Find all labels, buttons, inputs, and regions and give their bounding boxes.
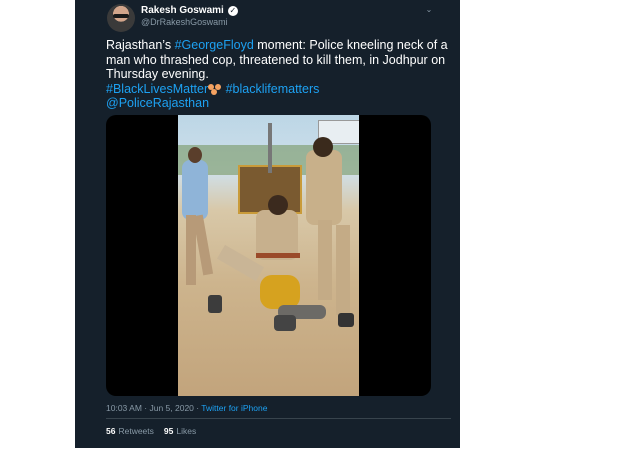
shoe [338, 313, 354, 327]
video-frame [178, 115, 359, 396]
tweet-stats: 56 Retweets 95 Likes [106, 426, 196, 436]
pole [268, 123, 272, 173]
tweet-timestamp: 10:03 AM · Jun 5, 2020 · Twitter for iPh… [106, 403, 267, 413]
person-head [188, 147, 202, 163]
tweet-card: Rakesh Goswami ✓ @DrRakeshGoswami ⌄ Raja… [75, 0, 460, 448]
shoe [274, 315, 296, 331]
video-player[interactable] [106, 115, 431, 396]
officer-head [313, 137, 333, 157]
hashtag-blacklifematters[interactable]: #blacklifematters [226, 82, 320, 96]
display-name[interactable]: Rakesh Goswami [141, 5, 224, 16]
author-handle[interactable]: @DrRakeshGoswami [141, 17, 228, 27]
shoe [208, 295, 222, 313]
divider [106, 418, 451, 419]
man-on-ground [260, 275, 300, 309]
mention-policerajasthan[interactable]: @PoliceRajasthan [106, 96, 209, 110]
officer-legs [336, 225, 350, 315]
officer-legs [318, 220, 332, 300]
avatar[interactable] [107, 4, 135, 32]
standing-officer [306, 150, 342, 225]
chevron-down-icon[interactable]: ⌄ [424, 5, 434, 15]
avatar-glasses [113, 14, 129, 18]
tweet-text: Rajasthan’s #GeorgeFloyd moment: Police … [106, 38, 451, 111]
author-name-row: Rakesh Goswami ✓ [141, 5, 238, 16]
timestamp-text[interactable]: 10:03 AM · Jun 5, 2020 · [106, 403, 201, 413]
verified-badge-icon: ✓ [227, 5, 238, 16]
person-blue-shirt [182, 160, 208, 220]
tweet-text-part: Rajasthan’s [106, 38, 175, 52]
eyes-emoji-icon [208, 83, 222, 95]
hashtag-blacklivesmatter[interactable]: #BlackLivesMatter [106, 82, 208, 96]
retweets-label: Retweets [118, 426, 154, 436]
hashtag-georgefloyd[interactable]: #GeorgeFloyd [175, 38, 254, 52]
likes-label: Likes [176, 426, 197, 436]
likes-stat[interactable]: 95 Likes [164, 426, 196, 436]
retweets-stat[interactable]: 56 Retweets [106, 426, 154, 436]
tweet-source[interactable]: Twitter for iPhone [201, 403, 267, 413]
retweets-count: 56 [106, 426, 116, 436]
officer-belt [256, 253, 300, 258]
likes-count: 95 [163, 426, 174, 436]
officer-head [268, 195, 288, 215]
